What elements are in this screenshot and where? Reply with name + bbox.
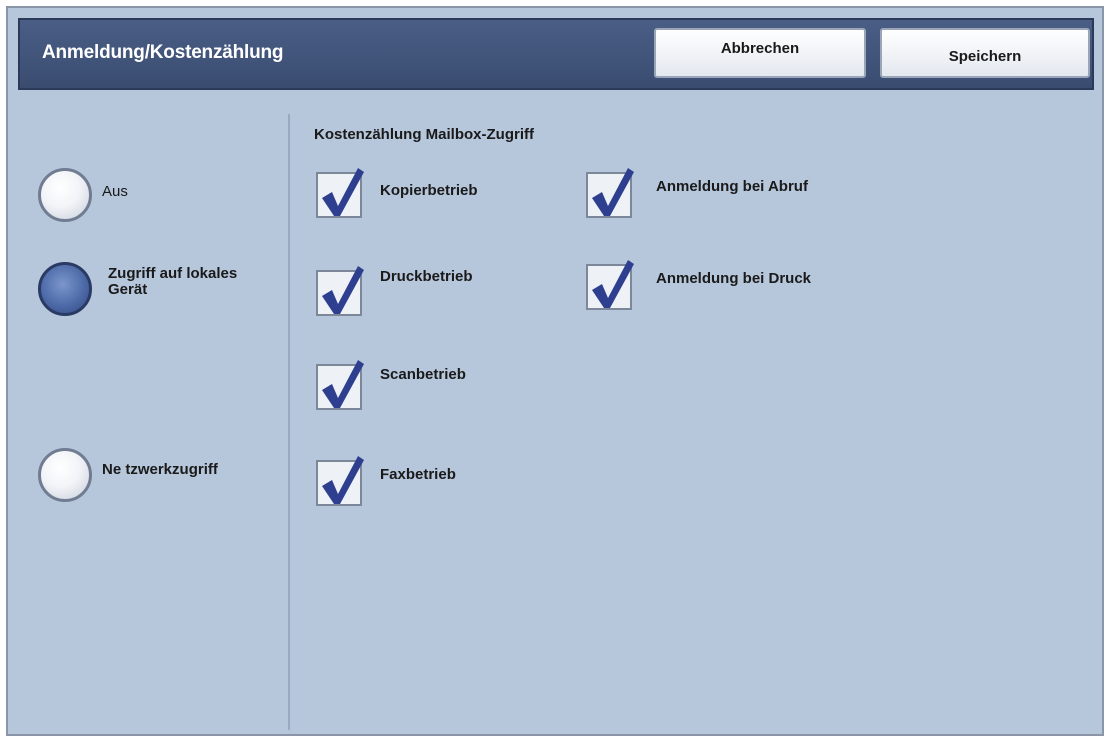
section-title: Kostenzählung Mailbox-Zugriff: [314, 126, 534, 143]
radio-label-aus: Aus: [102, 183, 128, 200]
save-button[interactable]: Speichern: [880, 28, 1090, 78]
checkbox-anmeldung-bei-abruf[interactable]: [586, 168, 634, 218]
checkbox-label-anmeldung-bei-druck: Anmeldung bei Druck: [656, 270, 812, 287]
checkmark-icon: [322, 456, 364, 504]
radio-lokales-geraet[interactable]: [38, 262, 92, 316]
checkbox-label-druckbetrieb: Druckbetrieb: [380, 268, 473, 285]
checkmark-icon: [592, 168, 634, 216]
divider: [288, 114, 290, 730]
checkbox-label-anmeldung-bei-abruf: Anmeldung bei Abruf: [656, 178, 808, 195]
checkbox-druckbetrieb[interactable]: [316, 266, 364, 316]
checkbox-label-kopierbetrieb: Kopierbetrieb: [380, 182, 478, 199]
radio-label-lokales-geraet: Zugriff auf lokales Gerät: [108, 265, 238, 298]
title-bar: Anmeldung/Kostenzählung Abbrechen Speich…: [18, 18, 1094, 90]
checkbox-faxbetrieb[interactable]: [316, 456, 364, 506]
radio-aus[interactable]: [38, 168, 92, 222]
checkmark-icon: [592, 260, 634, 308]
checkmark-icon: [322, 360, 364, 408]
cancel-button[interactable]: Abbrechen: [654, 28, 866, 78]
checkbox-scanbetrieb[interactable]: [316, 360, 364, 410]
checkmark-icon: [322, 266, 364, 314]
page-title: Anmeldung/Kostenzählung: [42, 42, 284, 63]
checkbox-label-faxbetrieb: Faxbetrieb: [380, 466, 456, 483]
checkbox-anmeldung-bei-druck[interactable]: [586, 260, 634, 310]
checkmark-icon: [322, 168, 364, 216]
checkbox-label-scanbetrieb: Scanbetrieb: [380, 366, 466, 383]
radio-label-netzwerkzugriff: Ne tzwerkzugriff: [102, 461, 218, 478]
radio-netzwerkzugriff[interactable]: [38, 448, 92, 502]
checkbox-kopierbetrieb[interactable]: [316, 168, 364, 218]
settings-panel: Anmeldung/Kostenzählung Abbrechen Speich…: [6, 6, 1104, 736]
